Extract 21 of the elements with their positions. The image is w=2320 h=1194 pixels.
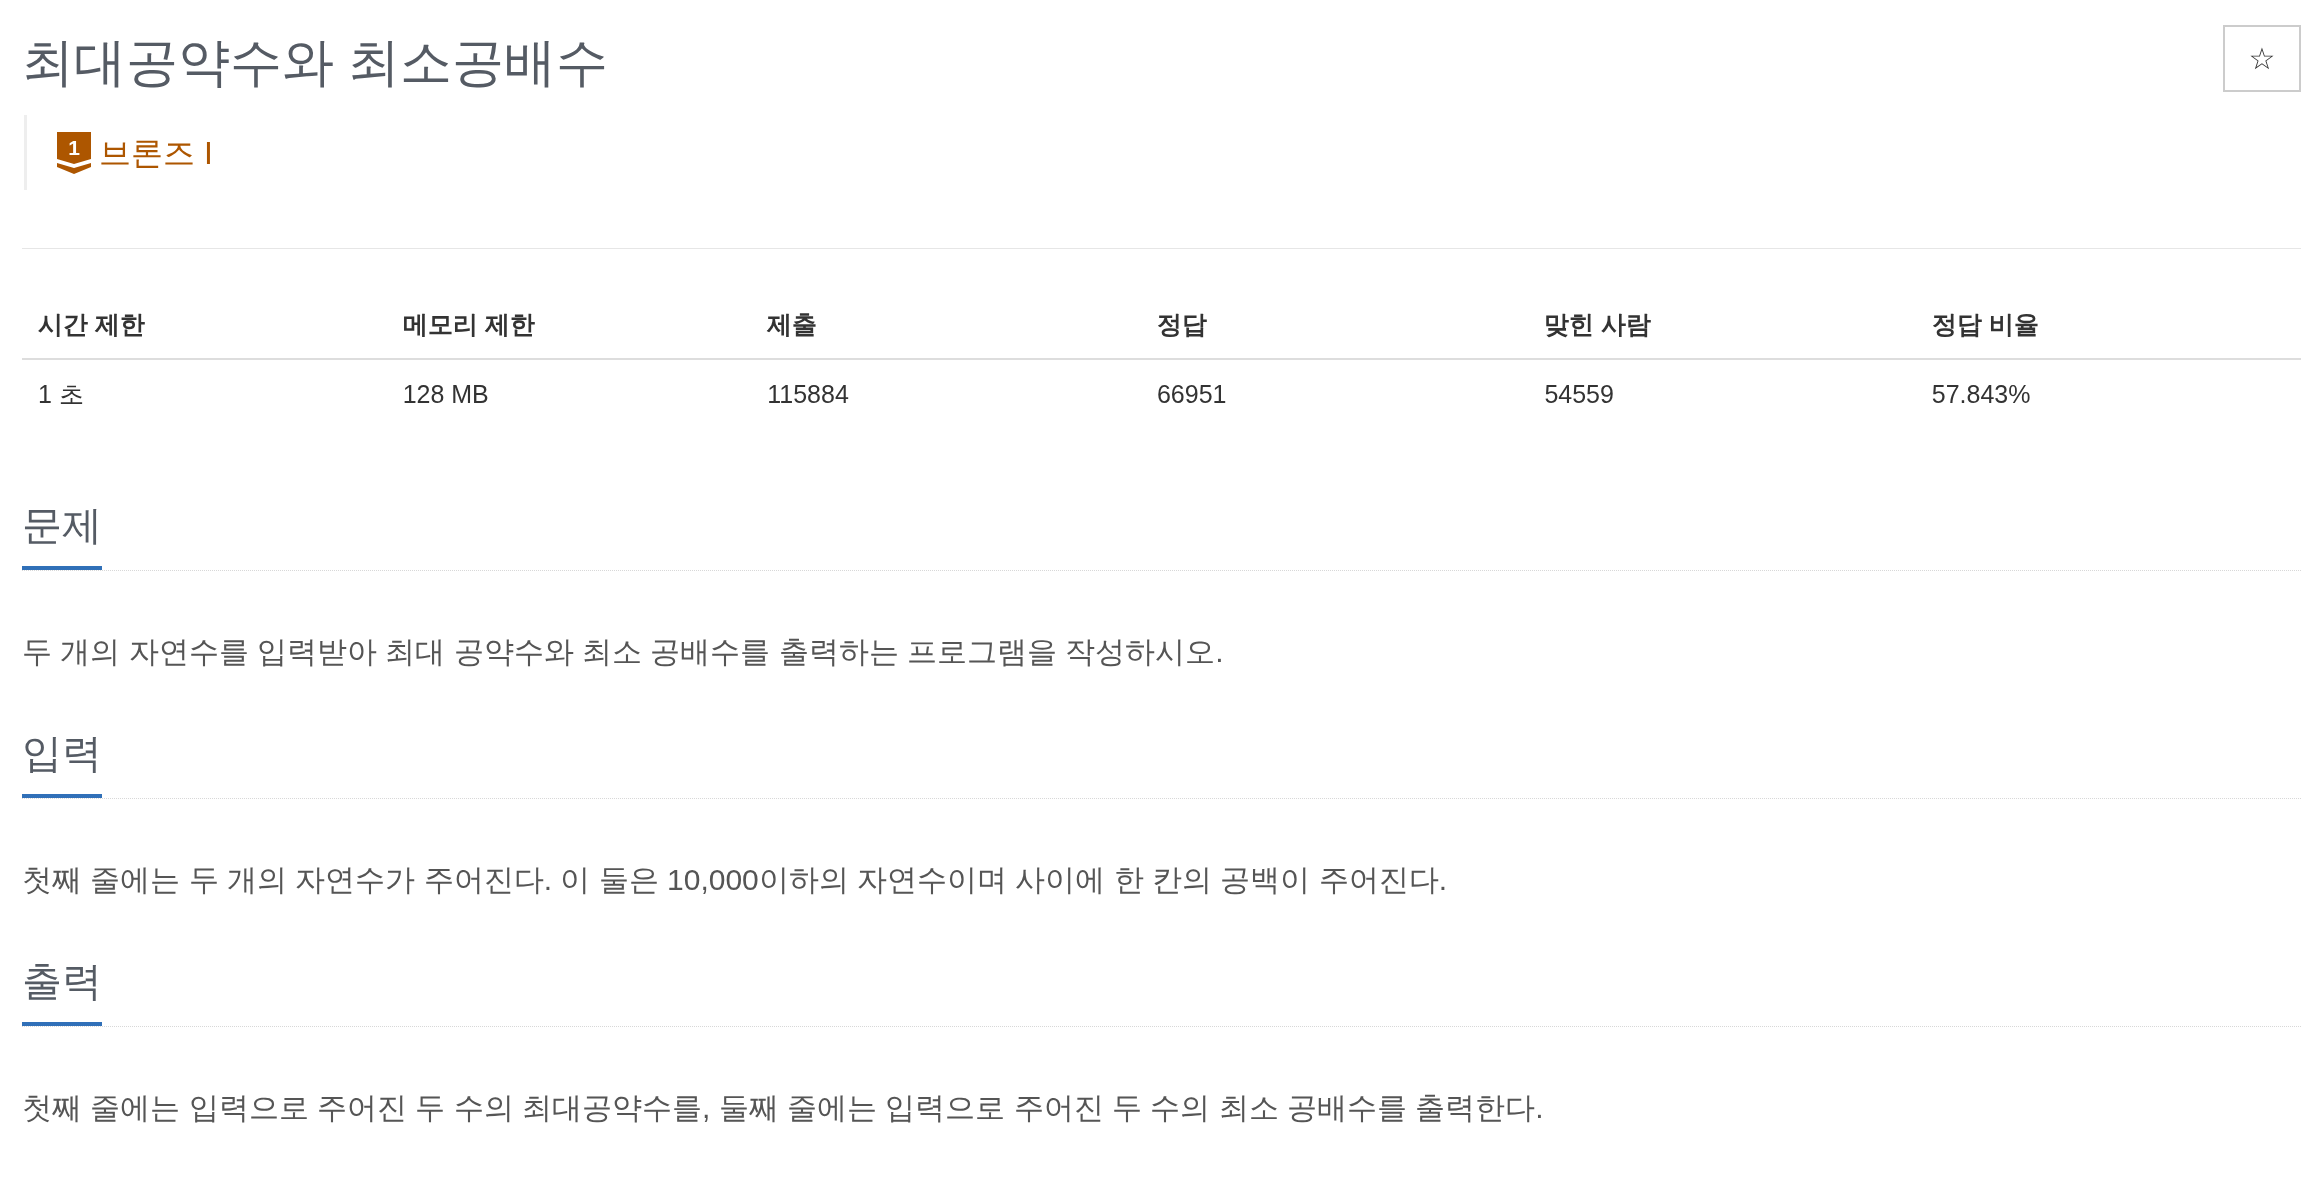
column-header: 메모리 제한 xyxy=(386,290,752,360)
table-cell: 57.843% xyxy=(1915,359,2301,429)
column-header: 정답 비율 xyxy=(1915,290,2301,360)
table-cell: 115884 xyxy=(751,359,1141,429)
table-cell: 1 초 xyxy=(22,359,387,429)
section-heading: 문제 xyxy=(22,501,102,571)
problem-title: 최대공약수와 최소공배수 xyxy=(22,32,609,93)
table-cell: 66951 xyxy=(1140,359,1529,429)
favorite-star-button[interactable]: ☆ xyxy=(2223,25,2301,92)
table-cell: 54559 xyxy=(1528,359,1916,429)
section-text: 첫째 줄에는 두 개의 자연수가 주어진다. 이 둘은 10,000이하의 자연수이며 사이에 한 칸의 공백이 주어진다. xyxy=(22,862,1449,899)
section-heading: 출력 xyxy=(22,957,102,1027)
section-text: 첫째 줄에는 입력으로 주어진 두 수의 최대공약수를, 둘째 줄에는 입력으로 주어진 두 수의 최소 공배수를 출력한다. xyxy=(22,1090,1545,1127)
table-cell: 128 MB xyxy=(386,359,752,429)
tier-label[interactable]: 브론즈 I xyxy=(99,133,213,173)
column-header: 정답 xyxy=(1140,290,1529,360)
column-header: 맞힌 사람 xyxy=(1528,290,1916,360)
section-heading: 입력 xyxy=(22,729,102,799)
column-header: 제출 xyxy=(751,290,1141,360)
column-header: 시간 제한 xyxy=(22,290,387,360)
section-text: 두 개의 자연수를 입력받아 최대 공약수와 최소 공배수를 출력하는 프로그램을 작성하시오. xyxy=(22,634,1225,671)
